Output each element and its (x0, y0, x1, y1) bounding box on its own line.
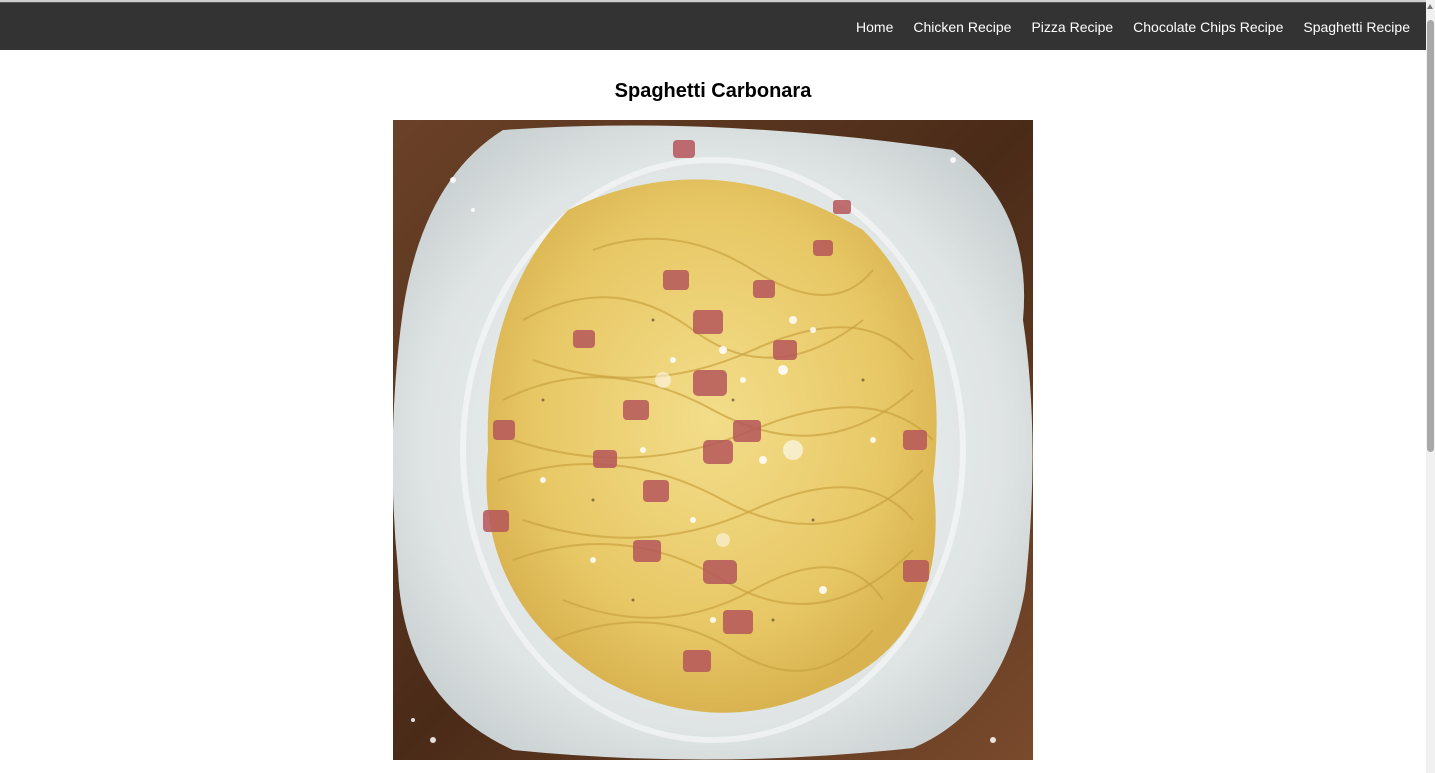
food-photo-illustration (393, 120, 1033, 760)
page-title: Spaghetti Carbonara (614, 80, 812, 102)
spaghetti-carbonara-photo (393, 120, 1033, 760)
scrollbar-thumb[interactable] (1427, 20, 1434, 452)
nav-link-spaghetti-recipe[interactable]: Spaghetti Recipe (1293, 3, 1410, 51)
vertical-scrollbar[interactable] (1426, 0, 1435, 773)
nav-menu: Home Chicken Recipe Pizza Recipe Chocola… (846, 3, 1410, 51)
nav-link-pizza-recipe[interactable]: Pizza Recipe (1021, 3, 1123, 51)
nav-link-home[interactable]: Home (846, 3, 903, 51)
page: Home Chicken Recipe Pizza Recipe Chocola… (0, 0, 1435, 773)
nav-link-chocolate-chips-recipe[interactable]: Chocolate Chips Recipe (1123, 3, 1293, 51)
scroll-up-icon[interactable] (1427, 4, 1433, 9)
nav-link-chicken-recipe[interactable]: Chicken Recipe (903, 3, 1021, 51)
top-navbar: Home Chicken Recipe Pizza Recipe Chocola… (0, 2, 1426, 50)
